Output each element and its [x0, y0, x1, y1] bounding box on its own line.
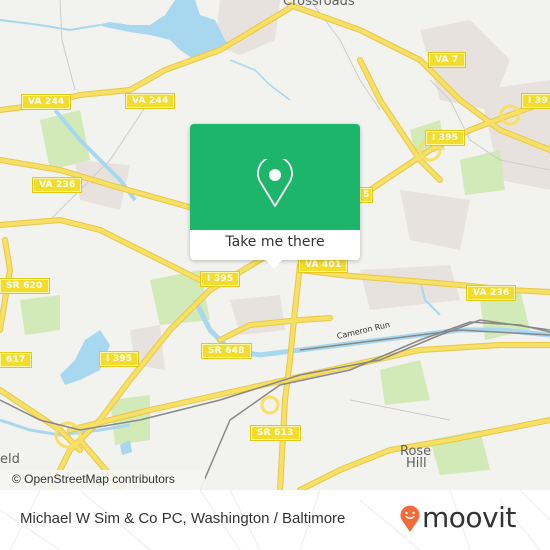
- road-shield-sr613: SR 613: [250, 425, 301, 441]
- place-label-eld: eld: [0, 452, 20, 467]
- road-shield-i395: I 395: [199, 271, 241, 287]
- moovit-pin-icon: [400, 505, 420, 532]
- road-shield-va244: VA 244: [20, 94, 72, 110]
- take-me-there-button[interactable]: Take me there: [190, 234, 360, 250]
- road-shield-va7: VA 7: [428, 52, 466, 68]
- road-shield-va236: VA 236: [465, 285, 517, 301]
- place-title: Michael W Sim & Co PC, Washington / Balt…: [20, 510, 346, 527]
- place-label-hill: Hill: [406, 456, 427, 471]
- place-label-crossroads: Crossroads: [283, 0, 355, 9]
- map-canvas[interactable]: Crossroads Rose Hill eld Cameron Run VA …: [0, 0, 550, 490]
- take-me-there-popup[interactable]: Take me there: [190, 124, 360, 269]
- road-shield-sr617: 617: [0, 352, 33, 368]
- road-shield-i395: I 395: [98, 351, 140, 367]
- road-shield-i395: I 395: [424, 130, 466, 146]
- popup-pointer: [266, 260, 282, 269]
- moovit-wordmark: moovit: [422, 501, 516, 534]
- popup-header[interactable]: [190, 124, 360, 230]
- moovit-logo[interactable]: moovit: [400, 501, 540, 537]
- footer-bar: Michael W Sim & Co PC, Washington / Balt…: [0, 490, 550, 550]
- road-shield-va244: VA 244: [124, 93, 176, 109]
- map-attribution[interactable]: © OpenStreetMap contributors: [0, 470, 205, 490]
- road-shield-sr648: SR 648: [201, 343, 252, 359]
- road-shield-i395: I 39: [521, 93, 550, 109]
- map-pin-icon: [257, 159, 293, 207]
- road-shield-va401: VA 401: [297, 257, 349, 273]
- road-shield-va236: VA 236: [31, 177, 83, 193]
- road-shield-i395-partial: 5: [358, 187, 374, 203]
- road-shield-sr620: SR 620: [0, 278, 50, 294]
